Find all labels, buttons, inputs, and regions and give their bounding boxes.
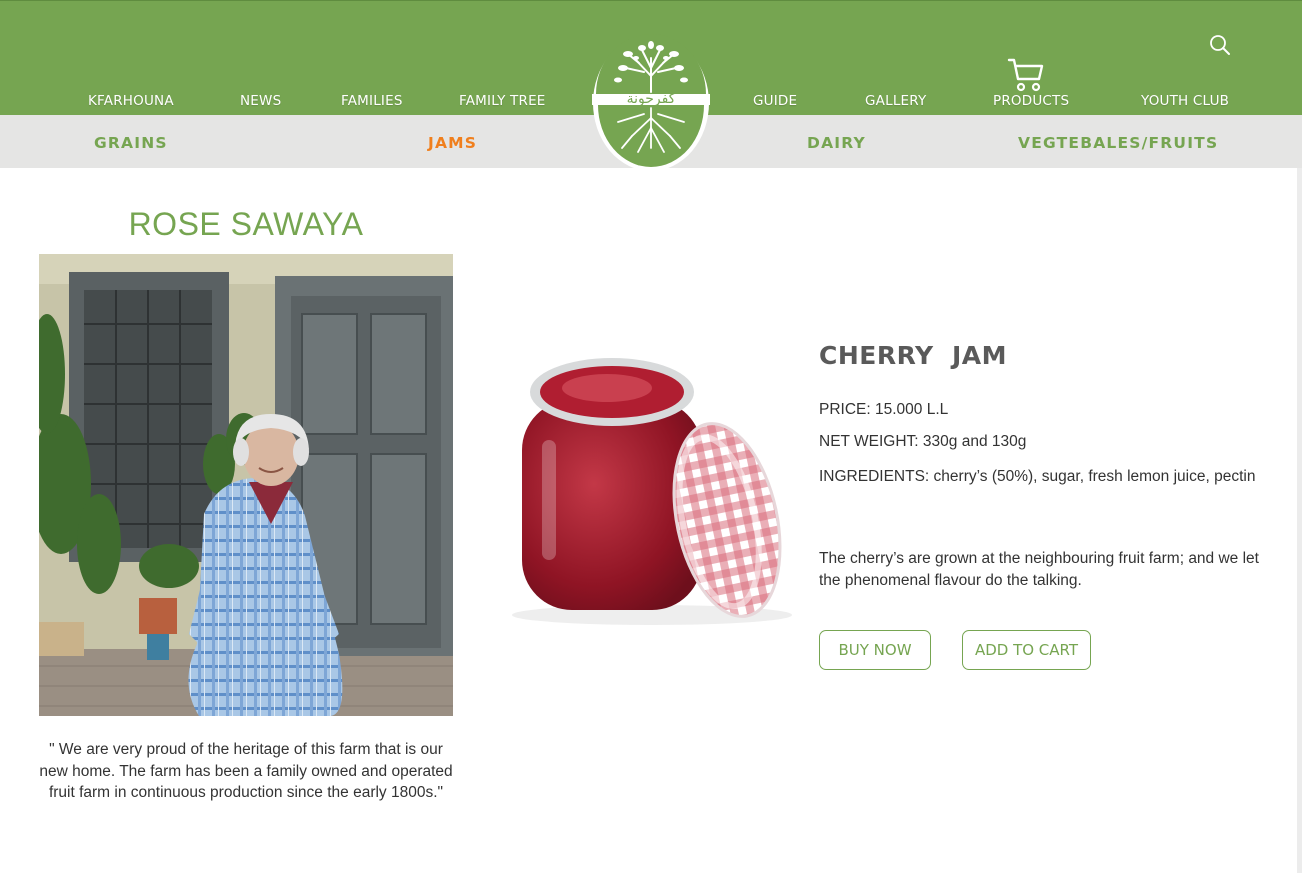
- product-net-weight: NET WEIGHT: 330g and 130g: [819, 433, 1027, 450]
- cherry-jam-jar-image: [512, 358, 792, 625]
- farmer-quote: " We are very proud of the heritage of t…: [39, 741, 453, 801]
- buy-now-button[interactable]: BUY NOW: [819, 630, 931, 670]
- nav-kfarhouna[interactable]: KFARHOUNA: [88, 93, 174, 109]
- product-ingredients: INGREDIENTS: cherry’s (50%), sugar, fres…: [819, 468, 1256, 485]
- category-vegetables-fruits[interactable]: VEGTEBALES/FRUITS: [1018, 134, 1218, 152]
- farmer-photo: [39, 254, 453, 716]
- nav-products[interactable]: PRODUCTS: [993, 93, 1069, 109]
- scrollbar-track[interactable]: [1297, 168, 1302, 873]
- nav-guide[interactable]: GUIDE: [753, 93, 797, 109]
- search-icon[interactable]: [1208, 33, 1232, 57]
- nav-gallery[interactable]: GALLERY: [865, 93, 926, 109]
- logo-arabic-text: كفرحونة: [627, 91, 676, 107]
- add-to-cart-button[interactable]: ADD TO CART: [962, 630, 1091, 670]
- category-jams[interactable]: JAMS: [428, 134, 477, 152]
- nav-news[interactable]: NEWS: [240, 93, 281, 109]
- cart-icon[interactable]: [1006, 57, 1046, 93]
- nav-family-tree[interactable]: FAMILY TREE: [459, 93, 546, 109]
- nav-families[interactable]: FAMILIES: [341, 93, 403, 109]
- product-title: CHERRY JAM: [819, 341, 1008, 370]
- kfarhouna-logo[interactable]: كفرحونة: [592, 30, 710, 172]
- category-dairy[interactable]: DAIRY: [807, 134, 866, 152]
- nav-youth-club[interactable]: YOUTH CLUB: [1141, 93, 1229, 109]
- farmer-name: ROSE SAWAYA: [128, 206, 364, 242]
- product-price: PRICE: 15.000 L.L: [819, 401, 949, 418]
- product-description: The cherry’s are grown at the neighbouri…: [819, 550, 1259, 589]
- category-grains[interactable]: GRAINS: [94, 134, 168, 152]
